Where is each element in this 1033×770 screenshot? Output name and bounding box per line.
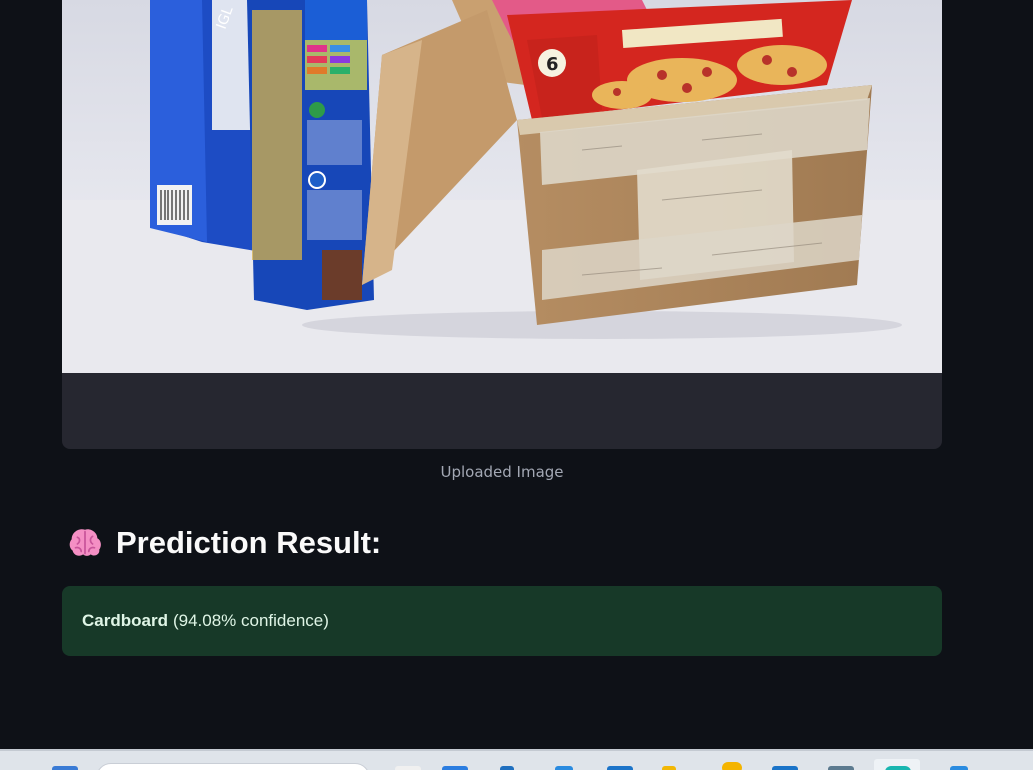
app-main: IGL 6 Uploaded Image Prediction Result: … xyxy=(0,0,1033,770)
taskbar-app-icon[interactable] xyxy=(722,762,742,770)
prediction-heading: Prediction Result: xyxy=(66,524,381,562)
uploaded-image: IGL 6 xyxy=(62,0,942,373)
taskbar-app-icon[interactable] xyxy=(555,766,573,770)
taskbar-search-box[interactable] xyxy=(96,763,370,770)
prediction-heading-text: Prediction Result: xyxy=(116,525,382,560)
taskbar-app-icon[interactable] xyxy=(442,766,468,770)
prediction-confidence: (94.08% confidence) xyxy=(172,611,329,630)
start-icon[interactable] xyxy=(52,766,78,770)
svg-text:6: 6 xyxy=(546,54,559,75)
taskbar-app-icon[interactable] xyxy=(950,766,968,770)
taskbar-app-icon[interactable] xyxy=(828,766,854,770)
taskbar-app-icon[interactable] xyxy=(885,766,911,770)
os-taskbar xyxy=(0,749,1033,770)
taskbar-app-icon[interactable] xyxy=(772,766,798,770)
prediction-class-label: Cardboard xyxy=(82,611,168,630)
taskbar-app-icon[interactable] xyxy=(395,766,421,770)
taskbar-app-icon[interactable] xyxy=(662,766,676,770)
uploaded-image-container: IGL 6 xyxy=(62,0,942,449)
taskbar-app-icon[interactable] xyxy=(500,766,514,770)
image-caption: Uploaded Image xyxy=(440,463,564,481)
taskbar-app-icon[interactable] xyxy=(607,766,633,770)
brain-icon xyxy=(69,529,101,556)
prediction-result-box: Cardboard (94.08% confidence) xyxy=(62,586,942,656)
